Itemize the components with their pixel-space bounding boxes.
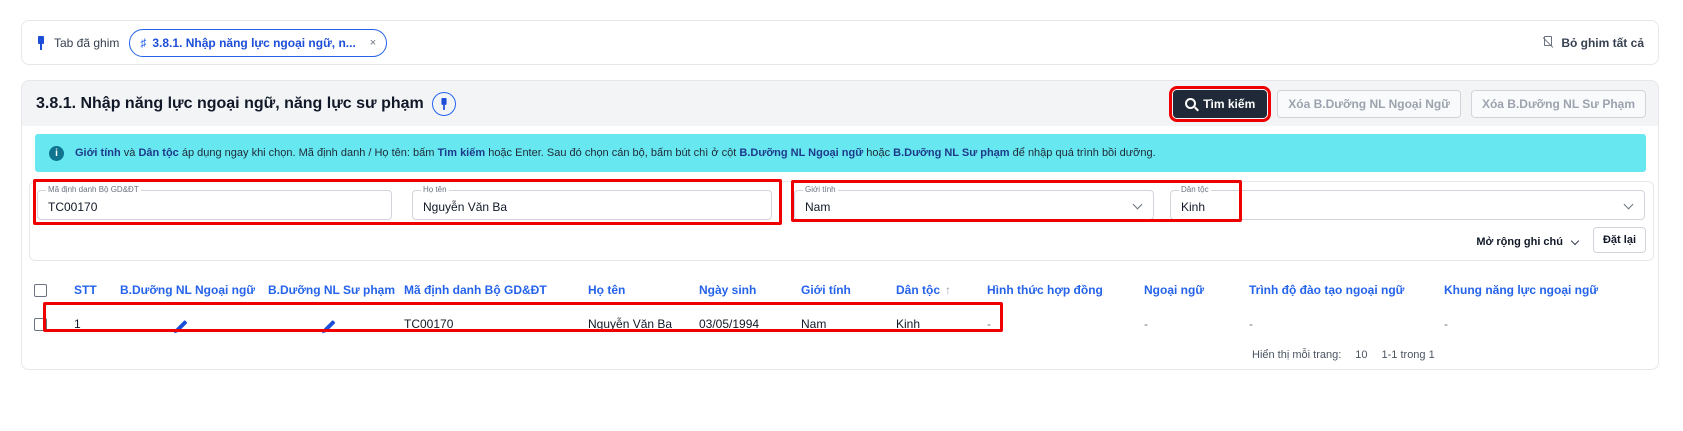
gender-select[interactable]: Giới tính Nam: [794, 185, 1154, 220]
col-lang-training[interactable]: B.Dưỡng NL Ngoại ngữ: [120, 273, 268, 307]
col-stt[interactable]: STT: [74, 273, 120, 307]
name-field-value: Nguyễn Văn Ba: [423, 200, 508, 214]
pin-page-button[interactable]: [431, 91, 456, 116]
pin-icon: [439, 97, 448, 110]
page-title: 3.8.1. Nhập năng lực ngoại ngữ, năng lực…: [36, 94, 424, 112]
info-icon: i: [49, 145, 64, 161]
gender-select-value: Nam: [805, 200, 831, 214]
edit-pedagogy-training-pencil-icon[interactable]: [323, 319, 336, 333]
row-select-cell: [34, 307, 74, 341]
col-gender[interactable]: Giới tính: [801, 273, 896, 307]
col-contract[interactable]: Hình thức hợp đồng: [987, 273, 1144, 307]
per-page-select[interactable]: 10: [1355, 349, 1367, 361]
close-icon[interactable]: ×: [370, 37, 376, 49]
pinned-tabs-bar: Tab đã ghim ♯ 3.8.1. Nhập năng lực ngoại…: [21, 20, 1659, 65]
per-page-label: Hiển thị mỗi trang:: [1252, 349, 1342, 361]
delete-pedagogy-training-button[interactable]: Xóa B.Dưỡng NL Sư Phạm: [1470, 89, 1646, 118]
cell-gender: Nam: [801, 317, 827, 331]
col-ped-training[interactable]: B.Dưỡng NL Sư phạm: [268, 273, 404, 307]
edit-language-training-pencil-icon[interactable]: [175, 319, 188, 333]
id-field-value: TC00170: [48, 200, 98, 214]
col-lang-framework[interactable]: Khung năng lực ngoại ngữ: [1444, 273, 1624, 307]
gender-select-label: Giới tính: [803, 185, 838, 195]
ethnicity-select-value: Kinh: [1181, 200, 1206, 214]
col-name[interactable]: Họ tên: [588, 273, 699, 307]
chevron-down-icon: [1132, 199, 1143, 210]
col-ethnicity[interactable]: Dân tộc ↑: [896, 273, 987, 307]
pin-icon: [36, 35, 46, 50]
cell-name: Nguyễn Văn Ba: [588, 317, 673, 331]
pinned-tab-chip[interactable]: ♯ 3.8.1. Nhập năng lực ngoại ngữ, n... ×: [129, 28, 388, 57]
col-language[interactable]: Ngoại ngữ: [1144, 273, 1249, 307]
main-card: 3.8.1. Nhập năng lực ngoại ngữ, năng lực…: [21, 80, 1659, 370]
cell-lang-framework: -: [1444, 317, 1448, 331]
cell-language: -: [1144, 317, 1148, 331]
expand-notes-toggle[interactable]: Mở rộng ghi chú: [1476, 236, 1580, 248]
delete-language-training-button[interactable]: Xóa B.Dưỡng NL Ngoại Ngữ: [1277, 89, 1461, 118]
cell-contract: -: [987, 317, 991, 331]
cell-stt: 1: [74, 317, 81, 331]
col-dob[interactable]: Ngày sinh: [699, 273, 801, 307]
cell-id: TC00170: [404, 317, 454, 331]
id-field-label: Mã định danh Bộ GD&ĐT: [46, 185, 141, 195]
id-field[interactable]: Mã định danh Bộ GD&ĐT TC00170: [37, 185, 392, 220]
sitemap-icon: ♯: [140, 35, 147, 50]
cell-ped-training: [268, 307, 404, 341]
select-all-cell: [34, 273, 74, 307]
sort-asc-icon: ↑: [945, 283, 952, 297]
col-lang-level[interactable]: Trình độ đào tạo ngoại ngữ: [1249, 273, 1444, 307]
search-button-label: Tìm kiếm: [1203, 96, 1256, 111]
cell-lang-training: [120, 307, 268, 341]
pinned-tabs-label: Tab đã ghim: [54, 35, 120, 50]
chevron-down-icon: [1570, 236, 1580, 245]
unpin-all-button[interactable]: Bỏ ghim tất cả: [1541, 35, 1644, 50]
pagination: Hiển thị mỗi trang: 10 1-1 trong 1: [1252, 349, 1435, 361]
ethnicity-select[interactable]: Dân tộc Kinh: [1170, 185, 1645, 220]
expand-notes-label: Mở rộng ghi chú: [1476, 236, 1563, 248]
pinned-tab-label: 3.8.1. Nhập năng lực ngoại ngữ, n...: [152, 35, 356, 50]
info-banner: i Giới tính và Dân tộc áp dụng ngay khi …: [35, 134, 1646, 172]
search-icon: [1185, 98, 1197, 109]
card-header: 3.8.1. Nhập năng lực ngoại ngữ, năng lực…: [22, 81, 1658, 126]
name-field[interactable]: Họ tên Nguyễn Văn Ba: [412, 185, 772, 220]
table-row[interactable]: 1 TC00170 Nguyễn Văn Ba 03/05/1994 Nam K…: [34, 307, 1624, 341]
select-all-checkbox[interactable]: [34, 284, 47, 298]
page-range: 1-1 trong 1: [1381, 349, 1435, 361]
unpin-all-label: Bỏ ghim tất cả: [1561, 35, 1644, 50]
unpin-icon: [1541, 35, 1553, 50]
row-checkbox[interactable]: [34, 318, 47, 332]
col-ethnicity-label: Dân tộc: [896, 283, 941, 297]
header-actions: Tìm kiếm Xóa B.Dưỡng NL Ngoại Ngữ Xóa B.…: [1169, 85, 1658, 122]
reset-button[interactable]: Đặt lại: [1592, 227, 1646, 253]
search-button[interactable]: Tìm kiếm: [1169, 85, 1272, 122]
staff-table: STT B.Dưỡng NL Ngoại ngữ B.Dưỡng NL Sư p…: [34, 273, 1624, 341]
ethnicity-select-label: Dân tộc: [1179, 185, 1211, 195]
cell-dob: 03/05/1994: [699, 317, 760, 331]
chevron-down-icon: [1623, 199, 1634, 210]
info-banner-text: Giới tính và Dân tộc áp dụng ngay khi ch…: [75, 147, 1156, 159]
table-header-row: STT B.Dưỡng NL Ngoại ngữ B.Dưỡng NL Sư p…: [34, 273, 1624, 307]
cell-lang-level: -: [1249, 317, 1253, 331]
name-field-label: Họ tên: [421, 185, 449, 195]
cell-ethnicity: Kinh: [896, 317, 921, 331]
col-id[interactable]: Mã định danh Bộ GD&ĐT: [404, 273, 588, 307]
